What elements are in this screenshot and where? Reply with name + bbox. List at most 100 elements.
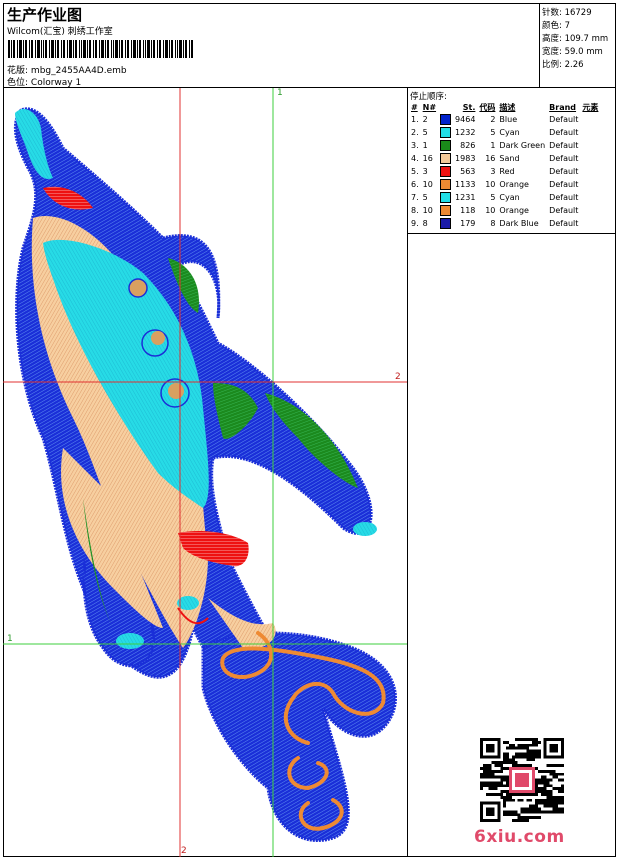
color-swatch [440,127,452,138]
row-index: 1. [411,115,419,124]
row-element [580,139,600,152]
table-header-row: # N# St. 代码 描述 Brand 元素 [409,101,600,113]
embroidery-artwork [3,88,407,857]
row-index: 6. [411,180,419,189]
header-panel: 生产作业图 Wilcom(汇宝) 刺绣工作室 花版: mbg_2455AA4D.… [3,3,540,88]
row-stitches: 9464 [455,115,476,124]
row-brand: Default [549,141,579,150]
table-row: 7. 5 1231 5 Cyan Default [409,191,600,204]
row-brand: Default [549,180,579,189]
row-index: 8. [411,206,419,215]
row-needle: 2 [422,115,428,124]
row-needle: 10 [422,206,433,215]
guide-marker-v1: 1 [277,88,283,98]
row-swatch [438,139,453,152]
colorway-line: 色位: Colorway 1 [7,75,81,88]
row-needle: 10 [422,180,433,189]
row-brand: Default [549,128,579,137]
row-description: Sand [499,154,520,163]
row-code: 5 [490,193,496,202]
row-needle: 5 [422,128,428,137]
row-needle: 3 [422,167,428,176]
table-row: 2. 5 1232 5 Cyan Default [409,126,600,139]
colorway-name: Colorway 1 [30,78,82,88]
stat-colors: 颜色: 7 [542,21,570,31]
row-swatch [438,217,453,230]
colorway-label: 色位: [7,78,29,88]
color-swatch [440,179,452,190]
watermark-logo: 6xiu.com [474,827,565,847]
color-swatch [440,192,452,203]
row-stitches: 563 [460,167,476,176]
row-index: 5. [411,167,419,176]
row-needle: 5 [422,193,428,202]
stop-sequence-table: # N# St. 代码 描述 Brand 元素 1. 2 9464 2 Blue Defa… [409,101,600,230]
row-description: Cyan [499,193,520,202]
stat-height: 高度: 109.7 mm [542,34,609,44]
page-title: 生产作业图 [7,6,83,24]
row-swatch [438,191,453,204]
col-description: 描述 [499,102,516,112]
col-index: # [411,102,418,112]
row-stitches: 1133 [455,180,476,189]
row-index: 4. [411,154,419,163]
table-row: 9. 8 179 8 Dark Blue Default [409,217,600,230]
row-stitches: 1983 [455,154,476,163]
row-needle: 16 [422,154,433,163]
row-description: Orange [499,180,529,189]
row-needle: 1 [422,141,428,150]
stat-scale: 比例: 2.26 [542,60,584,70]
color-swatch [440,114,452,125]
row-element [580,204,600,217]
row-element [580,152,600,165]
col-code: 代码 [479,102,496,112]
row-element [580,126,600,139]
design-preview: 1 2 1 2 [3,88,408,857]
row-description: Dark Green [499,141,546,150]
row-element [580,217,600,230]
table-row: 5. 3 563 3 Red Default [409,165,600,178]
row-stitches: 1231 [455,193,476,202]
row-brand: Default [549,193,579,202]
row-code: 10 [485,206,496,215]
stat-stitches: 针数: 16729 [542,8,592,18]
row-stitches: 179 [460,219,476,228]
porthole-1 [128,278,148,298]
table-row: 4. 16 1983 16 Sand Default [409,152,600,165]
color-swatch [440,140,452,151]
row-brand: Default [549,219,579,228]
table-row: 8. 10 118 10 Orange Default [409,204,600,217]
row-code: 2 [490,115,496,124]
porthole-2 [151,331,165,345]
table-row: 3. 1 826 1 Dark Green Default [409,139,600,152]
row-index: 7. [411,193,419,202]
qr-code [480,738,564,822]
col-element: 元素 [582,102,599,112]
row-index: 9. [411,219,419,228]
color-swatch [440,218,452,229]
row-index: 3. [411,141,419,150]
porthole-3 [168,383,184,399]
row-stitches: 826 [460,141,476,150]
row-index: 2. [411,128,419,137]
row-swatch [438,113,453,126]
guide-marker-h2: 2 [395,372,401,382]
row-code: 10 [485,180,496,189]
row-brand: Default [549,167,579,176]
row-element [580,191,600,204]
cyan-fin-tip-right [353,522,377,536]
row-swatch [438,165,453,178]
row-description: Orange [499,206,529,215]
color-swatch [440,153,452,164]
row-element [580,178,600,191]
col-swatch [438,101,453,113]
row-swatch [438,204,453,217]
row-swatch [438,152,453,165]
row-stitches: 118 [460,206,476,215]
row-description: Blue [499,115,518,124]
row-element [580,113,600,126]
barcode [8,40,193,58]
col-stitches: St. [462,102,476,112]
row-stitches: 1232 [455,128,476,137]
stat-width: 宽度: 59.0 mm [542,47,603,57]
